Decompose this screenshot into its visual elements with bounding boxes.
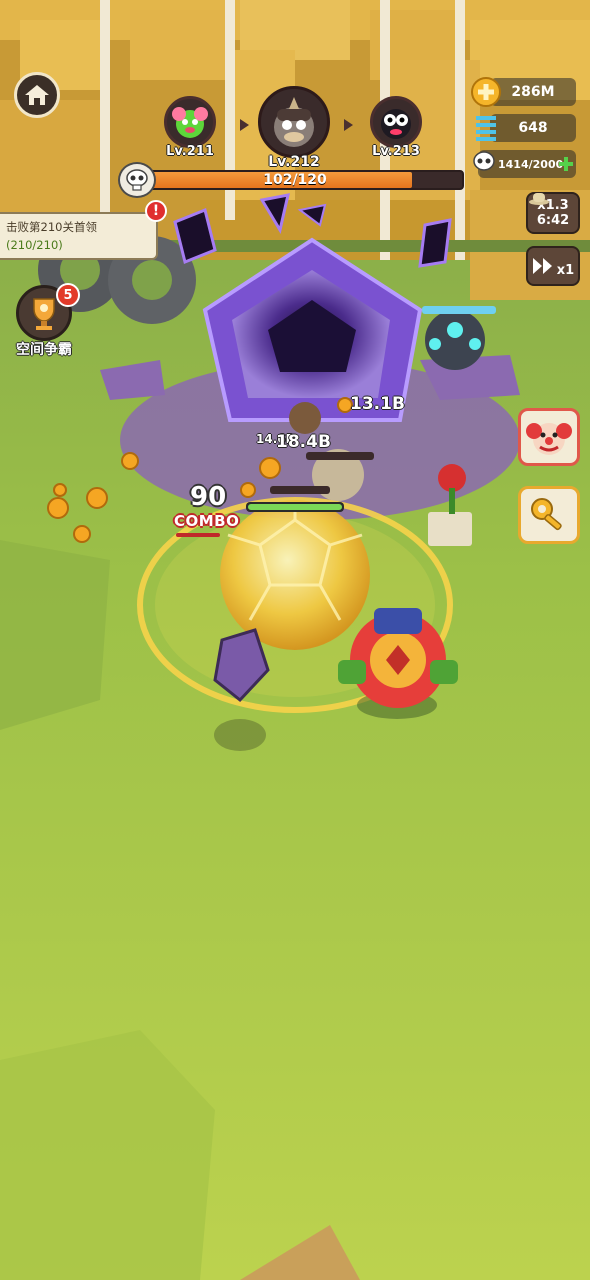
gold-coin-icon: [471, 77, 501, 107]
combo-count: 90: [190, 482, 227, 512]
boss-level-previous: Lv.211: [166, 144, 214, 159]
home-button[interactable]: [14, 72, 60, 118]
stage-progress-bar: 102/120: [126, 170, 464, 190]
quest-panel[interactable]: 击败第210关首领 (210/210): [0, 212, 158, 260]
spring-icon: [476, 116, 496, 141]
black-blob-boss-icon: [381, 109, 411, 139]
green-rat-boss-icon: [172, 107, 208, 138]
arrow-right-icon: [344, 119, 353, 131]
boss-level-next: Lv.213: [372, 144, 420, 159]
space-arena-button[interactable]: 5 空间争霸: [12, 283, 80, 359]
arrow-right-icon: [240, 119, 249, 131]
damage-number: 13.1B: [350, 394, 405, 414]
gold-counter: 286M: [490, 78, 576, 106]
key-icon: [531, 498, 562, 531]
skull-count-value: 1414/2000: [498, 157, 564, 171]
clown-icon: [526, 423, 572, 455]
explorer-hat-icon: [529, 193, 549, 205]
key-reward-button[interactable]: [518, 486, 580, 544]
boss-portrait-previous[interactable]: Lv.211: [164, 96, 216, 159]
stage-progress-text: 102/120: [263, 172, 327, 188]
skull-icon: [118, 162, 156, 198]
home-icon: [25, 85, 49, 105]
add-skull-button[interactable]: [558, 156, 574, 172]
boss-level-current: Lv.212: [268, 154, 320, 170]
combo-label: COMBO: [174, 512, 240, 530]
damage-number: 18.4B: [276, 432, 331, 452]
game-scene: [0, 0, 590, 1280]
arena-label: 空间争霸: [16, 342, 72, 358]
boost-timer: 6:42: [536, 213, 570, 228]
arena-notification-badge: 5: [56, 283, 80, 307]
quest-progress: (210/210): [6, 238, 63, 252]
quest-alert-badge: !: [145, 200, 167, 222]
clown-event-button[interactable]: [518, 408, 580, 466]
mole-boss-icon: [274, 97, 314, 147]
play-speed-button[interactable]: x1: [526, 246, 580, 286]
play-speed-value: x1: [556, 262, 575, 278]
spring-value: 648: [518, 120, 548, 136]
boss-portrait-next[interactable]: Lv.213: [370, 96, 422, 159]
fast-forward-icon: [532, 258, 552, 274]
boss-portrait-current[interactable]: Lv.212: [258, 86, 330, 170]
gold-value: 286M: [511, 84, 555, 100]
combo-timer-bar: [176, 533, 220, 537]
quest-title: 击败第210关首领: [6, 220, 97, 234]
spring-counter: 648: [490, 114, 576, 142]
skull-small-icon: [473, 151, 495, 171]
